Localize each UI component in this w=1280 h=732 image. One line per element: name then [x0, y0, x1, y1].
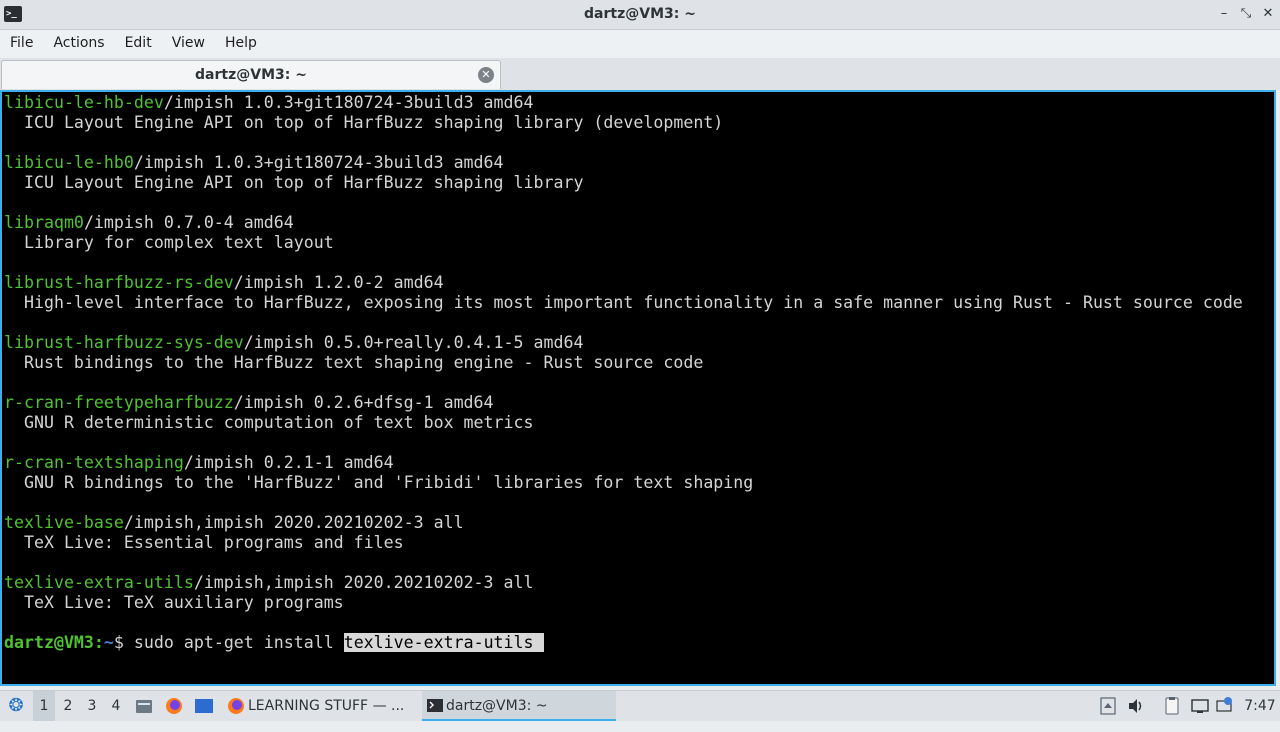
package-description: ICU Layout Engine API on top of HarfBuzz…	[4, 113, 724, 132]
package-name: libicu-le-hb-dev	[4, 93, 164, 112]
prompt-line[interactable]: dartz@VM3:~$ sudo apt-get install texliv…	[4, 633, 1243, 653]
package-version: /impish 0.5.0+really.0.4.1-5 amd64	[243, 333, 584, 352]
menu-edit[interactable]: Edit	[115, 30, 162, 56]
terminal-line: librust-harfbuzz-sys-dev/impish 0.5.0+re…	[4, 333, 1243, 353]
package-version: /impish 1.0.3+git180724-3build3 amd64	[163, 93, 534, 112]
tab-terminal[interactable]: dartz@VM3: ~ ✕	[1, 60, 501, 89]
terminal-line: libicu-le-hb-dev/impish 1.0.3+git180724-…	[4, 93, 1243, 113]
workspace-2[interactable]: 2	[57, 691, 79, 721]
minimize-button[interactable]: –	[1215, 5, 1233, 23]
package-version: /impish,impish 2020.20210202-3 all	[193, 573, 534, 592]
terminal-launcher-icon[interactable]	[193, 691, 215, 721]
clock[interactable]: 7:47	[1242, 691, 1278, 721]
package-name: r-cran-freetypeharfbuzz	[4, 393, 234, 412]
prompt-path: ~	[103, 633, 114, 652]
start-menu-icon[interactable]: ❂	[4, 691, 28, 721]
task-label-terminal: dartz@VM3: ~	[446, 698, 548, 714]
terminal-line: Library for complex text layout	[4, 233, 1243, 253]
prompt-symbol: $	[113, 633, 134, 652]
terminal-line: High-level interface to HarfBuzz, exposi…	[4, 293, 1243, 313]
task-label-firefox: LEARNING STUFF — ...	[248, 698, 405, 714]
notification-icon[interactable]	[1214, 691, 1234, 721]
package-description: TeX Live: TeX auxiliary programs	[4, 593, 344, 612]
prompt-user-host: dartz@VM3	[4, 633, 94, 652]
workspace-3[interactable]: 3	[81, 691, 103, 721]
menu-actions[interactable]: Actions	[43, 30, 114, 56]
package-name: libicu-le-hb0	[4, 153, 134, 172]
package-name: librust-harfbuzz-sys-dev	[4, 333, 244, 352]
terminal-line: r-cran-textshaping/impish 0.2.1-1 amd64	[4, 453, 1243, 473]
terminal-line: texlive-extra-utils/impish,impish 2020.2…	[4, 573, 1243, 593]
terminal-line: ICU Layout Engine API on top of HarfBuzz…	[4, 113, 1243, 133]
menu-view[interactable]: View	[162, 30, 215, 56]
package-name: r-cran-textshaping	[4, 453, 184, 472]
tab-bar: dartz@VM3: ~ ✕	[0, 58, 1280, 90]
menu-bar: File Actions Edit View Help	[0, 30, 1280, 58]
terminal-output: libicu-le-hb-dev/impish 1.0.3+git180724-…	[4, 93, 1243, 653]
taskbar: ❂ 1 2 3 4 LEARNING STUFF — ... dartz@VM3…	[0, 690, 1280, 721]
volume-icon[interactable]	[1126, 691, 1146, 721]
workspace-1[interactable]: 1	[33, 691, 55, 721]
firefox-icon	[226, 691, 246, 721]
terminal-line: GNU R deterministic computation of text …	[4, 413, 1243, 433]
task-firefox[interactable]: LEARNING STUFF — ...	[224, 691, 412, 721]
firefox-launcher-icon[interactable]	[164, 691, 184, 721]
terminal-icon	[426, 691, 444, 719]
package-description: Rust bindings to the HarfBuzz text shapi…	[4, 353, 704, 372]
tray-expand-icon[interactable]	[1098, 691, 1118, 721]
terminal-line: r-cran-freetypeharfbuzz/impish 0.2.6+dfs…	[4, 393, 1243, 413]
file-manager-icon[interactable]	[134, 691, 154, 721]
package-description: High-level interface to HarfBuzz, exposi…	[4, 293, 1243, 312]
terminal-line: libicu-le-hb0/impish 1.0.3+git180724-3bu…	[4, 153, 1243, 173]
prompt-colon: :	[93, 633, 104, 652]
selected-text[interactable]: texlive-extra-utils	[343, 633, 544, 652]
network-icon[interactable]	[1190, 691, 1210, 721]
package-name: texlive-extra-utils	[4, 573, 194, 592]
terminal-line: libraqm0/impish 0.7.0-4 amd64	[4, 213, 1243, 233]
terminal-line: ICU Layout Engine API on top of HarfBuzz…	[4, 173, 1243, 193]
package-name: texlive-base	[4, 513, 124, 532]
maximize-button[interactable]: ⤡	[1237, 5, 1255, 23]
package-description: TeX Live: Essential programs and files	[4, 533, 404, 552]
package-version: /impish 1.0.3+git180724-3build3 amd64	[133, 153, 504, 172]
close-button[interactable]: ✕	[1259, 5, 1277, 23]
menu-help[interactable]: Help	[215, 30, 267, 56]
menu-file[interactable]: File	[0, 30, 43, 56]
command-text: sudo apt-get install	[133, 633, 344, 652]
terminal-line: GNU R bindings to the 'HarfBuzz' and 'Fr…	[4, 473, 1243, 493]
package-version: /impish 0.2.1-1 amd64	[183, 453, 394, 472]
terminal-line: Rust bindings to the HarfBuzz text shapi…	[4, 353, 1243, 373]
package-version: /impish 0.2.6+dfsg-1 amd64	[233, 393, 494, 412]
package-description: Library for complex text layout	[4, 233, 334, 252]
terminal-view[interactable]: libicu-le-hb-dev/impish 1.0.3+git180724-…	[0, 90, 1276, 686]
package-version: /impish,impish 2020.20210202-3 all	[123, 513, 464, 532]
terminal-line: TeX Live: TeX auxiliary programs	[4, 593, 1243, 613]
package-version: /impish 1.2.0-2 amd64	[233, 273, 444, 292]
package-description: GNU R deterministic computation of text …	[4, 413, 534, 432]
terminal-line: TeX Live: Essential programs and files	[4, 533, 1243, 553]
package-version: /impish 0.7.0-4 amd64	[83, 213, 294, 232]
package-description: GNU R bindings to the 'HarfBuzz' and 'Fr…	[4, 473, 754, 492]
tab-label: dartz@VM3: ~	[195, 67, 307, 83]
terminal-line: texlive-base/impish,impish 2020.20210202…	[4, 513, 1243, 533]
window-title: dartz@VM3: ~	[584, 6, 696, 22]
clipboard-icon[interactable]	[1162, 691, 1182, 721]
window-titlebar[interactable]: >_ dartz@VM3: ~ – ⤡ ✕	[0, 0, 1280, 30]
package-name: librust-harfbuzz-rs-dev	[4, 273, 234, 292]
package-name: libraqm0	[4, 213, 84, 232]
tab-close-icon[interactable]: ✕	[478, 67, 494, 83]
workspace-4[interactable]: 4	[105, 691, 127, 721]
terminal-line: librust-harfbuzz-rs-dev/impish 1.2.0-2 a…	[4, 273, 1243, 293]
package-description: ICU Layout Engine API on top of HarfBuzz…	[4, 173, 584, 192]
task-terminal[interactable]: dartz@VM3: ~	[422, 691, 616, 721]
